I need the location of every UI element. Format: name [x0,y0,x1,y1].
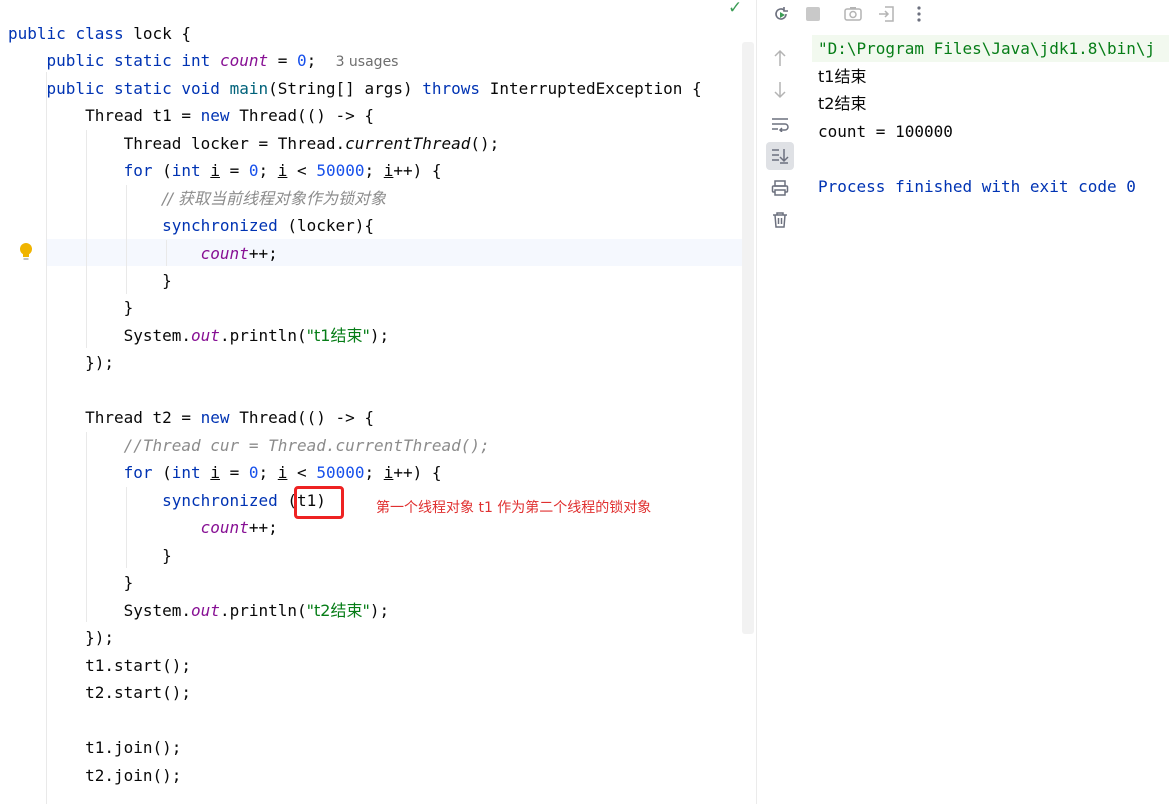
code-line: synchronized (t1) [162,491,326,510]
code-line: System.out.println("t2结束"); [123,601,390,620]
screenshot-icon[interactable] [841,2,865,26]
code-line: } [162,546,172,565]
code-line: synchronized (locker){ [162,216,375,235]
code-line: }); [85,628,114,647]
check-icon[interactable]: ✓ [728,0,742,18]
code-line: t1.start(); [85,656,192,675]
console-toolbar [757,0,1169,30]
up-arrow-icon[interactable] [768,46,792,70]
code-line: t2.start(); [85,683,192,702]
console-side-toolbar [757,30,803,804]
code-line: Thread t1 = new Thread(() -> { [85,106,375,125]
code-line: public class lock { [8,24,192,43]
code-line: } [162,271,172,290]
code-line: for (int i = 0; i < 50000; i++) { [123,161,442,180]
code-line: Thread t2 = new Thread(() -> { [85,408,375,427]
annotation-text: 第一个线程对象 t1 作为第二个线程的锁对象 [376,500,652,516]
code-editor[interactable]: ✓ public class lock { public static int … [0,0,756,804]
stop-icon[interactable] [801,2,825,26]
highlight-box [294,486,344,519]
more-icon[interactable] [907,2,931,26]
code-comment: // 获取当前线程对象作为锁对象 [162,189,386,208]
code-line: System.out.println("t1结束"); [123,326,390,345]
soft-wrap-icon[interactable] [768,112,792,136]
print-icon[interactable] [768,176,792,200]
rerun-icon[interactable] [769,2,793,26]
console-command-line: "D:\Program Files\Java\jdk1.8\bin\j [812,35,1169,62]
code-line: t1.join(); [85,738,182,757]
code-line: public static void main(String[] args) t… [46,79,702,98]
exit-icon[interactable] [875,2,899,26]
code-line: } [123,573,134,592]
code-line: count++; [200,518,278,537]
code-line: Thread locker = Thread.currentThread(); [123,134,500,153]
code-line: public static int count = 0; 3 usages [46,51,399,70]
scroll-to-end-icon[interactable] [766,142,794,170]
code-line: } [123,298,134,317]
code-line: }); [85,353,114,372]
console-output-line: count = 100000 [818,122,953,141]
editor-scrollbar[interactable] [742,42,754,634]
code-comment: //Thread cur = Thread.currentThread(); [123,436,490,455]
code-line: t2.join(); [85,766,182,785]
console-output-line: t1结束 [818,67,867,86]
down-arrow-icon[interactable] [768,78,792,102]
usages-hint[interactable]: 3 usages [336,54,399,70]
console-output-line: t2结束 [818,94,867,113]
code-line: for (int i = 0; i < 50000; i++) { [123,463,442,482]
code-line: count++; [200,244,278,263]
console-process-finished: Process finished with exit code 0 [818,177,1136,196]
trash-icon[interactable] [768,208,792,232]
